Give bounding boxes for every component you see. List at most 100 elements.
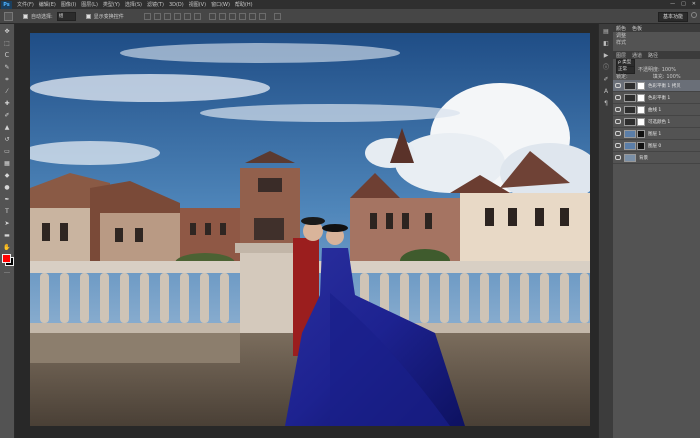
menu-bar: Ps 文件(F) 编辑(E) 图像(I) 图层(L) 类型(Y) 选择(S) 滤… [0, 0, 700, 9]
eye-icon[interactable] [615, 119, 621, 124]
layer-row[interactable]: 可选颜色 1 [613, 116, 700, 128]
actions-panel-icon[interactable]: ▶ [602, 52, 610, 60]
crop-tool-icon[interactable]: ⌗ [3, 75, 12, 84]
opacity-value[interactable]: 100% [662, 67, 676, 73]
layer-mask-thumbnail[interactable] [637, 141, 645, 150]
tab-channels[interactable]: 通道 [632, 52, 642, 59]
distribute-vcenter-icon[interactable] [218, 12, 226, 20]
gradient-tool-icon[interactable]: ▦ [3, 159, 12, 168]
styles-panel-tab[interactable]: 样式 [613, 39, 700, 46]
layer-row[interactable]: 图层 1 [613, 128, 700, 140]
marquee-tool-icon[interactable]: ⬚ [3, 39, 12, 48]
minimize-icon[interactable]: — [670, 1, 675, 7]
history-brush-tool-icon[interactable]: ↺ [3, 135, 12, 144]
auto-select-dropdown[interactable]: 组 [56, 11, 76, 21]
adjustment-layer-icon [624, 117, 636, 126]
align-left-icon[interactable] [173, 12, 181, 20]
menu-image[interactable]: 图像(I) [61, 1, 76, 8]
tab-swatches[interactable]: 色板 [632, 25, 642, 32]
tab-color[interactable]: 颜色 [616, 25, 626, 32]
tab-paths[interactable]: 路径 [648, 52, 658, 59]
menu-help[interactable]: 帮助(H) [235, 1, 253, 8]
move-tool-icon[interactable]: ✥ [3, 27, 12, 36]
close-icon[interactable]: ✕ [692, 1, 696, 7]
auto-align-icon[interactable] [273, 12, 281, 20]
path-select-tool-icon[interactable]: ➤ [3, 219, 12, 228]
auto-select-checkbox[interactable] [23, 13, 28, 19]
pen-tool-icon[interactable]: ✒ [3, 195, 12, 204]
search-icon[interactable] [691, 12, 697, 18]
hand-tool-icon[interactable]: ✋ [3, 243, 12, 252]
layer-mask-thumbnail[interactable] [637, 81, 645, 90]
history-panel-icon[interactable]: ▤ [602, 28, 610, 36]
menu-type[interactable]: 类型(Y) [103, 1, 120, 8]
eye-icon[interactable] [615, 107, 621, 112]
menu-window[interactable]: 窗口(W) [211, 1, 230, 8]
foreground-color-swatch[interactable] [2, 254, 11, 263]
brush-panel-icon[interactable]: ✐ [602, 76, 610, 84]
blur-tool-icon[interactable]: ◆ [3, 171, 12, 180]
distribute-top-icon[interactable] [208, 12, 216, 20]
adjustment-layer-icon [624, 105, 636, 114]
tab-layers[interactable]: 图层 [616, 52, 626, 59]
eye-icon[interactable] [615, 95, 621, 100]
eraser-tool-icon[interactable]: ▭ [3, 147, 12, 156]
document-canvas[interactable] [30, 33, 590, 426]
layer-name: 图层 0 [648, 143, 662, 149]
layer-row[interactable]: 背景 [613, 152, 700, 164]
align-top-icon[interactable] [143, 12, 151, 20]
healing-brush-tool-icon[interactable]: ✚ [3, 99, 12, 108]
align-hcenter-icon[interactable] [183, 12, 191, 20]
type-tool-icon[interactable]: T [3, 207, 12, 216]
workspace-switcher[interactable]: 基本功能 [657, 12, 688, 22]
layer-row[interactable]: 色彩平衡 1 [613, 92, 700, 104]
layer-name: 曲线 1 [648, 107, 662, 113]
lasso-tool-icon[interactable]: ᑕ [3, 51, 12, 60]
layer-mask-thumbnail[interactable] [637, 129, 645, 138]
auto-select-label: 自动选择: [31, 13, 53, 20]
menu-view[interactable]: 视图(V) [189, 1, 206, 8]
properties-panel-icon[interactable]: ◧ [602, 40, 610, 48]
layer-row[interactable]: 图层 0 [613, 140, 700, 152]
opacity-label: 不透明度: [638, 67, 660, 73]
align-vcenter-icon[interactable] [153, 12, 161, 20]
layer-thumbnail [624, 129, 636, 138]
distribute-bottom-icon[interactable] [228, 12, 236, 20]
distribute-right-icon[interactable] [258, 12, 266, 20]
eye-icon[interactable] [615, 155, 621, 160]
menu-3d[interactable]: 3D(D) [169, 2, 184, 8]
menu-filter[interactable]: 滤镜(T) [147, 1, 164, 8]
layer-mask-thumbnail[interactable] [637, 105, 645, 114]
eye-icon[interactable] [615, 83, 621, 88]
maximize-icon[interactable]: □ [681, 1, 686, 7]
layer-mask-thumbnail[interactable] [637, 93, 645, 102]
adjustments-panel-tab[interactable]: 调整 [613, 32, 700, 39]
eye-icon[interactable] [615, 131, 621, 136]
layer-name: 图层 1 [648, 131, 662, 137]
character-panel-icon[interactable]: A [602, 88, 610, 96]
menu-layer[interactable]: 图层(L) [81, 1, 98, 8]
distribute-hcenter-icon[interactable] [248, 12, 256, 20]
align-right-icon[interactable] [193, 12, 201, 20]
brush-tool-icon[interactable]: ✐ [3, 111, 12, 120]
layer-row[interactable]: 色彩平衡 1 拷贝 [613, 80, 700, 92]
align-bottom-icon[interactable] [163, 12, 171, 20]
eyedropper-tool-icon[interactable]: ⁄ [3, 87, 12, 96]
menu-edit[interactable]: 编辑(E) [39, 1, 56, 8]
show-transform-checkbox[interactable] [85, 13, 91, 19]
dodge-tool-icon[interactable]: ● [3, 183, 12, 192]
layer-mask-thumbnail[interactable] [637, 117, 645, 126]
quick-select-tool-icon[interactable]: ✎ [3, 63, 12, 72]
fill-value[interactable]: 100% [666, 74, 680, 80]
distribute-left-icon[interactable] [238, 12, 246, 20]
info-panel-icon[interactable]: ⓘ [602, 64, 610, 72]
eye-icon[interactable] [615, 143, 621, 148]
edit-toolbar-icon[interactable]: … [3, 267, 12, 276]
clone-stamp-tool-icon[interactable]: ▲ [3, 123, 12, 132]
layer-row[interactable]: 曲线 1 [613, 104, 700, 116]
move-tool-preset-icon[interactable] [4, 11, 13, 21]
menu-select[interactable]: 选择(S) [125, 1, 142, 8]
paragraph-panel-icon[interactable]: ¶ [602, 100, 610, 108]
menu-file[interactable]: 文件(F) [17, 1, 34, 8]
shape-tool-icon[interactable]: ▬ [3, 231, 12, 240]
